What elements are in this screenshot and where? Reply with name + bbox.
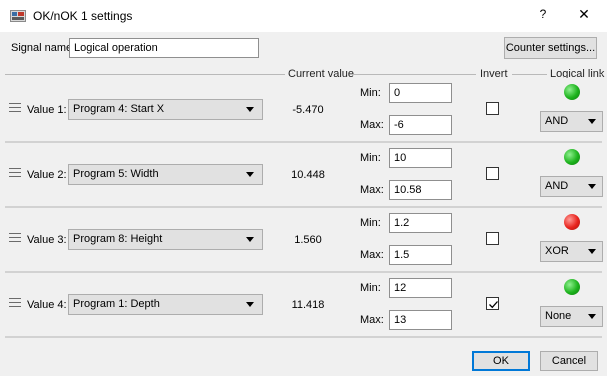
value-label: Value 2: — [27, 169, 67, 181]
chevron-down-icon — [246, 107, 254, 112]
chevron-down-icon — [588, 184, 596, 189]
ok-button[interactable]: OK — [472, 351, 530, 371]
header-divider — [512, 74, 547, 75]
invert-checkbox[interactable] — [486, 167, 499, 180]
signal-name-label: Signal name: — [11, 42, 76, 54]
header-divider — [352, 74, 476, 75]
max-label: Max: — [360, 314, 384, 326]
current-value: 1.560 — [294, 234, 322, 246]
status-led-icon — [564, 84, 580, 100]
value-label: Value 3: — [27, 234, 67, 246]
min-input[interactable] — [389, 213, 452, 233]
invert-checkbox[interactable] — [486, 102, 499, 115]
program-select-value: Program 5: Width — [73, 168, 159, 180]
min-label: Min: — [360, 282, 381, 294]
drag-handle-icon[interactable] — [9, 233, 21, 243]
logical-link-select[interactable]: None — [540, 306, 603, 327]
logical-link-value: None — [545, 310, 572, 322]
logical-link-select[interactable]: XOR — [540, 241, 603, 262]
invert-checkbox[interactable] — [486, 297, 499, 310]
max-input[interactable] — [389, 180, 452, 200]
max-label: Max: — [360, 184, 384, 196]
logical-link-value: AND — [545, 115, 569, 127]
program-select[interactable]: Program 8: Height — [68, 229, 263, 250]
program-select-value: Program 4: Start X — [73, 103, 165, 115]
status-led-icon — [564, 279, 580, 295]
app-icon — [10, 10, 26, 22]
chevron-down-icon — [588, 314, 596, 319]
checkmark-icon — [489, 301, 498, 309]
chevron-down-icon — [588, 119, 596, 124]
current-value: 10.448 — [291, 169, 325, 181]
value-row-4: Value 4: Program 1: Depth 11.418 Min: Ma… — [5, 273, 603, 336]
max-input[interactable] — [389, 310, 452, 330]
program-select-value: Program 8: Height — [73, 233, 163, 245]
max-label: Max: — [360, 119, 384, 131]
status-led-icon — [564, 214, 580, 230]
cancel-button[interactable]: Cancel — [540, 351, 598, 371]
logical-link-select[interactable]: AND — [540, 176, 603, 197]
logical-link-select[interactable]: AND — [540, 111, 603, 132]
program-select[interactable]: Program 5: Width — [68, 164, 263, 185]
value-row-2: Value 2: Program 5: Width 10.448 Min: Ma… — [5, 143, 603, 206]
header-divider — [599, 74, 602, 75]
title-bar: OK/nOK 1 settings ? ✕ — [0, 0, 607, 32]
min-label: Min: — [360, 87, 381, 99]
chevron-down-icon — [246, 172, 254, 177]
status-led-icon — [564, 149, 580, 165]
invert-checkbox[interactable] — [486, 232, 499, 245]
counter-settings-button[interactable]: Counter settings... — [504, 37, 597, 59]
current-value: 11.418 — [291, 299, 325, 311]
chevron-down-icon — [246, 302, 254, 307]
row-divider — [5, 336, 602, 338]
help-button[interactable]: ? — [535, 7, 551, 25]
program-select-value: Program 1: Depth — [73, 298, 160, 310]
logical-link-value: XOR — [545, 245, 569, 257]
signal-name-input[interactable] — [69, 38, 259, 58]
close-button[interactable]: ✕ — [573, 6, 595, 26]
chevron-down-icon — [246, 237, 254, 242]
settings-dialog: OK/nOK 1 settings ? ✕ Signal name: Count… — [0, 0, 607, 376]
value-row-3: Value 3: Program 8: Height 1.560 Min: Ma… — [5, 208, 603, 271]
logical-link-value: AND — [545, 180, 569, 192]
drag-handle-icon[interactable] — [9, 168, 21, 178]
max-input[interactable] — [389, 245, 452, 265]
value-label: Value 4: — [27, 299, 67, 311]
value-label: Value 1: — [27, 104, 67, 116]
min-input[interactable] — [389, 83, 452, 103]
max-label: Max: — [360, 249, 384, 261]
chevron-down-icon — [588, 249, 596, 254]
value-row-1: Value 1: Program 4: Start X -5.470 Min: … — [5, 78, 603, 141]
min-label: Min: — [360, 152, 381, 164]
window-title: OK/nOK 1 settings — [33, 9, 133, 23]
header-divider — [5, 74, 285, 75]
drag-handle-icon[interactable] — [9, 103, 21, 113]
min-input[interactable] — [389, 148, 452, 168]
program-select[interactable]: Program 1: Depth — [68, 294, 263, 315]
min-label: Min: — [360, 217, 381, 229]
program-select[interactable]: Program 4: Start X — [68, 99, 263, 120]
current-value: -5.470 — [292, 104, 324, 116]
drag-handle-icon[interactable] — [9, 298, 21, 308]
max-input[interactable] — [389, 115, 452, 135]
min-input[interactable] — [389, 278, 452, 298]
